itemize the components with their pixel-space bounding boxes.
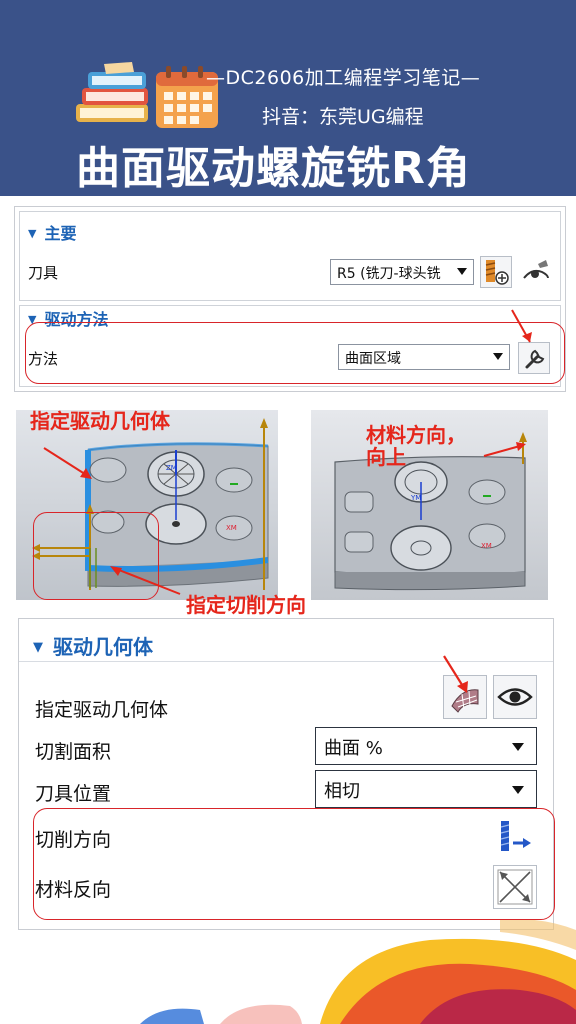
tool-position-label: 刀具位置	[35, 783, 112, 805]
wrench-eye-icon	[523, 260, 549, 279]
annotation-material-line2: 向上	[366, 445, 406, 469]
section-drive-geometry-header[interactable]: ▼ 驱动几何体	[33, 631, 153, 660]
collapse-triangle-icon: ▼	[33, 640, 43, 655]
axis-label-zm: ZM	[166, 464, 177, 472]
tool-position-select[interactable]: 相切	[315, 770, 537, 808]
annotation-drive-geometry: 指定驱动几何体	[30, 409, 170, 433]
edit-display-tool-button[interactable]	[520, 256, 552, 288]
tool-position-select-value: 相切	[324, 781, 360, 802]
chevron-down-icon	[512, 743, 524, 751]
annotation-arrow	[483, 442, 526, 457]
banner-subtitle-1: —DC2606加工编程学习笔记—	[206, 67, 481, 89]
cut-area-select-value: 曲面 %	[324, 738, 383, 759]
section-main-title: 主要	[44, 224, 77, 243]
cut-area-label: 切割面积	[35, 741, 112, 763]
annotation-material-line1: 材料方向，	[366, 423, 466, 447]
highlight-box-direction-options	[33, 808, 555, 920]
cut-area-select[interactable]: 曲面 %	[315, 727, 537, 765]
annotation-arrow	[511, 309, 532, 343]
tool-label: 刀具	[28, 264, 59, 282]
section-main-header[interactable]: ▼ 主要	[28, 220, 76, 244]
axis-label-ym: YM	[410, 494, 421, 502]
annotation-arrow	[110, 566, 181, 595]
tool-select[interactable]: R5 (铣刀-球头铣	[330, 259, 474, 285]
page-title: 曲面驱动螺旋铣R角	[76, 143, 471, 194]
section-drive-geometry-title: 驱动几何体	[53, 635, 153, 659]
tool-select-value: R5 (铣刀-球头铣	[337, 266, 441, 282]
collapse-triangle-icon: ▼	[28, 227, 37, 240]
books-calendar-icon	[76, 62, 218, 128]
eye-icon	[497, 688, 533, 706]
annotation-material-direction: 材料方向， 向上	[366, 424, 466, 468]
axis-label-xm: XM	[481, 542, 492, 550]
annotation-arrow	[43, 447, 92, 479]
header-banner: —DC2606加工编程学习笔记— 抖音：东莞UG编程 曲面驱动螺旋铣R角	[0, 0, 576, 196]
highlight-box-method	[25, 322, 565, 384]
chevron-down-icon	[512, 786, 524, 794]
specify-drive-geometry-label: 指定驱动几何体	[35, 699, 169, 721]
banner-subtitle-2: 抖音：东莞UG编程	[262, 106, 424, 128]
new-tool-button[interactable]	[480, 256, 512, 288]
display-drive-geometry-button[interactable]	[493, 675, 537, 719]
tool-add-icon	[485, 260, 509, 285]
annotation-cut-direction: 指定切削方向	[186, 593, 306, 617]
annotation-arrow	[443, 655, 468, 693]
chevron-down-icon	[457, 268, 467, 275]
decorative-swirl	[140, 920, 576, 1024]
section-main: ▼ 主要 刀具 R5 (铣刀-球头铣	[19, 211, 561, 301]
axis-label-xm: XM	[226, 524, 237, 532]
